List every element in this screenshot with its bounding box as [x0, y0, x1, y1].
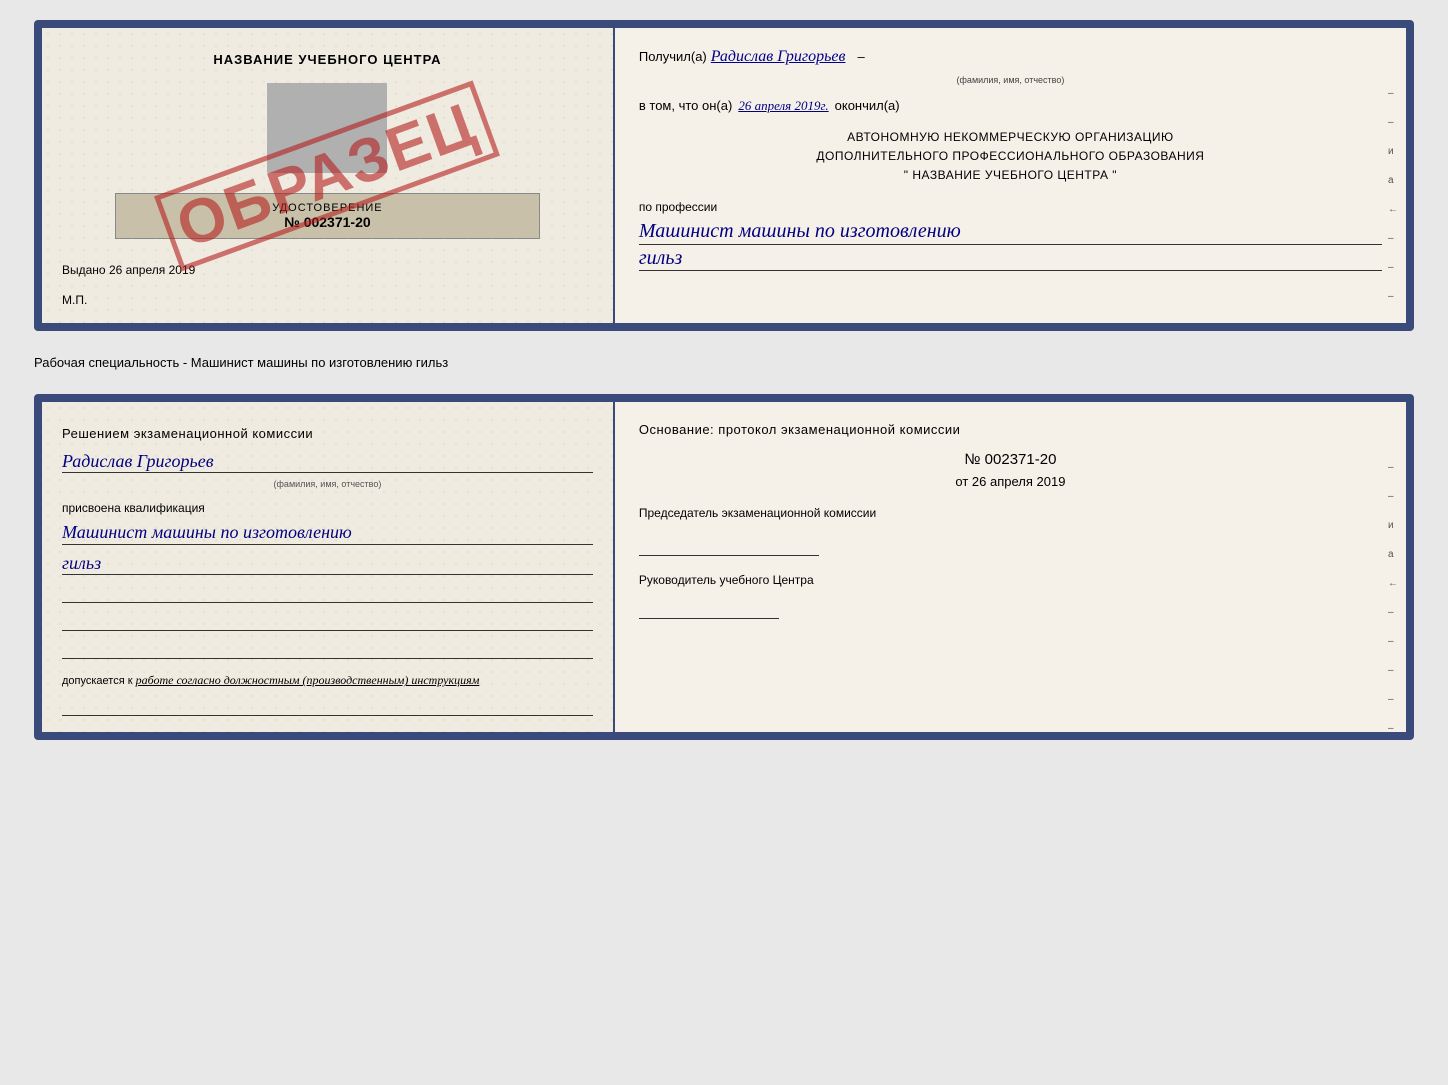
bmark-2: – [1388, 491, 1398, 502]
decision-title: Решением экзаменационной комиссии [62, 426, 593, 441]
bottom-cert-left: Решением экзаменационной комиссии Радисл… [42, 402, 615, 732]
org-line2: ДОПОЛНИТЕЛЬНОГО ПРОФЕССИОНАЛЬНОГО ОБРАЗО… [639, 147, 1382, 166]
protocol-date-prefix: от [955, 474, 968, 489]
profession-label: по профессии [639, 200, 1382, 214]
chairman-signature-line [639, 538, 819, 556]
bmark-4: а [1388, 549, 1398, 560]
page-wrapper: НАЗВАНИЕ УЧЕБНОГО ЦЕНТРА УДОСТОВЕРЕНИЕ №… [34, 20, 1414, 740]
cert-number-box: УДОСТОВЕРЕНИЕ № 002371-20 [115, 193, 540, 239]
allowed-value: работе согласно должностным (производств… [136, 673, 480, 687]
fio-hint-label: (фамилия, имя, отчество) [957, 75, 1065, 85]
profession-value-1: Машинист машины по изготовлению [639, 218, 1382, 245]
school-name-top: НАЗВАНИЕ УЧЕБНОГО ЦЕНТРА [213, 52, 441, 67]
org-name-block: АВТОНОМНУЮ НЕКОММЕРЧЕСКУЮ ОРГАНИЗАЦИЮ ДО… [639, 128, 1382, 186]
bmark-8: – [1388, 665, 1398, 676]
top-cert-right: Получил(а) Радислав Григорьев – (фамилия… [615, 28, 1406, 323]
allowed-label: допускается к работе согласно должностны… [62, 673, 593, 688]
underline-1 [62, 585, 593, 603]
decision-name: Радислав Григорьев [62, 451, 593, 473]
received-prefix: Получил(а) [639, 49, 707, 64]
issued-date: Выдано 26 апреля 2019 [62, 263, 195, 277]
bmark-1: – [1388, 462, 1398, 473]
bmark-5: ← [1388, 578, 1398, 589]
received-name: Радислав Григорьев [711, 48, 846, 66]
bmark-3: и [1388, 520, 1398, 531]
date-prefix: в том, что он(а) [639, 98, 732, 113]
underline-4 [62, 698, 593, 716]
qualification-label: присвоена квалификация [62, 501, 593, 515]
bottom-cert-right: Основание: протокол экзаменационной коми… [615, 402, 1406, 732]
mark-8: – [1388, 291, 1398, 302]
received-line: Получил(а) Радислав Григорьев – [639, 48, 1382, 66]
mark-3: и [1388, 146, 1398, 157]
mp-label: М.П. [62, 293, 87, 307]
bmark-9: – [1388, 694, 1398, 705]
separator-text: Рабочая специальность - Машинист машины … [34, 349, 1414, 376]
mark-4: а [1388, 175, 1398, 186]
director-signature-line [639, 601, 779, 619]
basis-title: Основание: протокол экзаменационной коми… [639, 422, 1382, 437]
right-margin-marks: – – и а ← – – – [1388, 88, 1398, 302]
top-certificate: НАЗВАНИЕ УЧЕБНОГО ЦЕНТРА УДОСТОВЕРЕНИЕ №… [34, 20, 1414, 331]
photo-placeholder [267, 83, 387, 173]
mark-5: ← [1388, 204, 1398, 215]
mark-7: – [1388, 262, 1398, 273]
mark-1: – [1388, 88, 1398, 99]
mark-6: – [1388, 233, 1398, 244]
org-line3: " НАЗВАНИЕ УЧЕБНОГО ЦЕНТРА " [639, 166, 1382, 185]
dash-sep: – [857, 49, 864, 64]
issued-label: Выдано [62, 263, 106, 277]
qualification-value-2: гильз [62, 553, 593, 575]
date-suffix: окончил(а) [835, 98, 900, 113]
protocol-date: от 26 апреля 2019 [639, 474, 1382, 489]
bottom-right-margin-marks: – – и а ← – – – – – [1388, 462, 1398, 734]
bmark-6: – [1388, 607, 1398, 618]
date-value: 26 апреля 2019г. [738, 98, 828, 114]
cert-number: № 002371-20 [132, 214, 523, 230]
profession-value-2: гильз [639, 247, 1382, 271]
issued-date-value: 26 апреля 2019 [109, 263, 195, 277]
mark-2: – [1388, 117, 1398, 128]
cert-label: УДОСТОВЕРЕНИЕ [132, 202, 523, 214]
protocol-number: № 002371-20 [639, 451, 1382, 468]
qualification-value-1: Машинист машины по изготовлению [62, 521, 593, 545]
director-label: Руководитель учебного Центра [639, 572, 1382, 589]
bmark-10: – [1388, 723, 1398, 734]
underline-2 [62, 613, 593, 631]
protocol-date-value: 26 апреля 2019 [972, 474, 1066, 489]
fio-hint-bottom: (фамилия, имя, отчество) [62, 479, 593, 489]
top-cert-left: НАЗВАНИЕ УЧЕБНОГО ЦЕНТРА УДОСТОВЕРЕНИЕ №… [42, 28, 615, 323]
allowed-prefix: допускается к [62, 675, 133, 687]
chairman-label: Председатель экзаменационной комиссии [639, 505, 1382, 522]
fio-hint-top: (фамилия, имя, отчество) [639, 70, 1382, 88]
bottom-certificate: Решением экзаменационной комиссии Радисл… [34, 394, 1414, 740]
date-line: в том, что он(а) 26 апреля 2019г. окончи… [639, 98, 1382, 114]
bmark-7: – [1388, 636, 1398, 647]
org-line1: АВТОНОМНУЮ НЕКОММЕРЧЕСКУЮ ОРГАНИЗАЦИЮ [639, 128, 1382, 147]
underline-3 [62, 641, 593, 659]
